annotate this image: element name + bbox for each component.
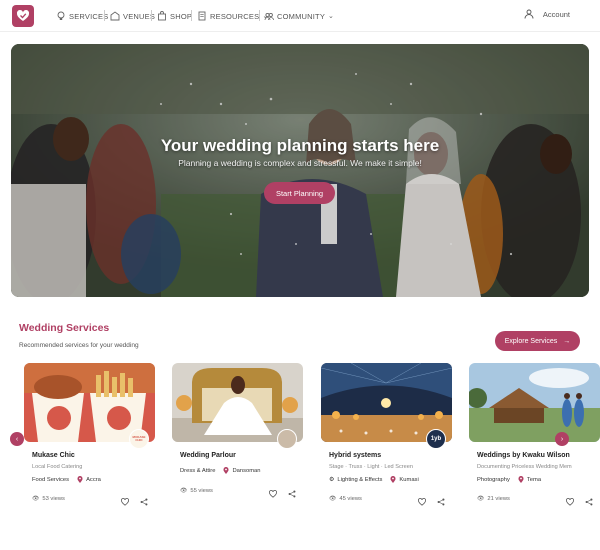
- section-title: Wedding Services: [19, 322, 110, 334]
- nav-services-label: SERVICES: [69, 11, 109, 21]
- card-title[interactable]: Mukase Chic: [32, 452, 75, 459]
- top-nav: SERVICES VENUES SHOP RESOURCES ⌄ COMMUNI…: [0, 0, 600, 32]
- card-views: 👁 55 views: [180, 488, 213, 494]
- views-count: 45 views: [339, 496, 362, 502]
- card-description: Local Food Catering: [32, 464, 83, 470]
- card-title[interactable]: Weddings by Kwaku Wilson: [477, 452, 570, 459]
- nav-community[interactable]: COMMUNITY ⌄: [264, 9, 334, 23]
- nav-community-label: COMMUNITY: [277, 11, 326, 21]
- service-card[interactable]: ‹ MUKASE CHIC Mukase Chic Local Food Cat…: [10, 363, 155, 513]
- card-category: Food Services: [32, 476, 70, 483]
- share-icon[interactable]: [583, 496, 595, 508]
- document-icon: [198, 11, 206, 21]
- heart-icon[interactable]: [119, 496, 131, 508]
- hero-title: Your wedding planning starts here: [160, 136, 440, 155]
- card-views: 👁 21 views: [477, 496, 510, 502]
- carousel-prev-button[interactable]: ‹: [10, 432, 24, 446]
- eye-icon: 👁: [477, 496, 485, 502]
- nav-divider: [259, 10, 260, 21]
- card-image: [469, 363, 600, 442]
- heart-icon[interactable]: [564, 496, 576, 508]
- service-card[interactable]: 1yb Hybrid systems Stage · Truss · Light…: [321, 363, 452, 513]
- card-location: Kumasi: [399, 476, 419, 483]
- user-icon: [524, 9, 534, 19]
- nav-divider: [191, 10, 192, 21]
- card-meta: Food Services Accra: [32, 476, 101, 483]
- lightbulb-icon: [57, 11, 65, 20]
- arrow-right-icon: →: [563, 337, 571, 345]
- heart-icon[interactable]: [416, 496, 428, 508]
- start-planning-button[interactable]: Start Planning: [264, 182, 335, 204]
- lightbulb-icon: ⚙: [329, 477, 335, 483]
- nav-resources-label: RESOURCES: [210, 11, 260, 21]
- card-location: Tema: [526, 476, 542, 483]
- card-title[interactable]: Wedding Parlour: [180, 452, 236, 459]
- location-pin-icon: [518, 476, 524, 483]
- card-meta: ⚙ Lighting & Effects Kumasi: [329, 476, 419, 483]
- hero-photo: [11, 44, 589, 297]
- vendor-logo: MUKASE CHIC: [129, 429, 149, 449]
- views-count: 53 views: [42, 496, 65, 502]
- card-title[interactable]: Hybrid systems: [329, 452, 381, 459]
- vendor-logo: 1yb: [426, 429, 446, 449]
- vendor-logo: [277, 429, 297, 449]
- section-subtitle: Recommended services for your wedding: [19, 342, 139, 349]
- card-meta: Dress & Attire Dansoman: [180, 467, 260, 474]
- account-label: Account: [542, 9, 570, 19]
- nav-divider: [151, 10, 152, 21]
- card-views: 👁 45 views: [329, 496, 362, 502]
- card-description: Documenting Priceless Wedding Mem: [477, 464, 572, 470]
- location-pin-icon: [390, 476, 396, 483]
- chevron-down-icon: ⌄: [328, 13, 335, 20]
- service-card[interactable]: Wedding Parlour Dress & Attire Dansoman …: [172, 363, 303, 513]
- hero-subtitle: Planning a wedding is complex and stress…: [178, 158, 422, 168]
- nav-venues[interactable]: VENUES: [110, 9, 155, 23]
- community-icon: [264, 12, 274, 21]
- views-count: 55 views: [190, 488, 213, 494]
- account-link[interactable]: Account: [524, 9, 570, 19]
- card-category: Dress & Attire: [180, 467, 216, 474]
- location-pin-icon: [77, 476, 83, 483]
- explore-services-button[interactable]: Explore Services →: [495, 331, 580, 351]
- shop-icon: [158, 11, 166, 21]
- nav-shop-label: SHOP: [170, 11, 193, 21]
- card-meta: Photography Tema: [477, 476, 541, 483]
- card-description: Stage · Truss · Light · Led Screen: [329, 464, 413, 470]
- nav-services[interactable]: SERVICES: [56, 9, 108, 23]
- share-icon[interactable]: [286, 488, 298, 500]
- location-pin-icon: [223, 467, 229, 474]
- carousel-next-button[interactable]: ›: [555, 432, 569, 446]
- views-count: 21 views: [487, 496, 510, 502]
- share-icon[interactable]: [435, 496, 447, 508]
- card-views: 👁 53 views: [32, 496, 65, 502]
- eye-icon: 👁: [32, 496, 40, 502]
- card-location: Accra: [86, 476, 101, 483]
- nav-resources[interactable]: RESOURCES ⌄: [197, 9, 268, 23]
- hero-banner: Your wedding planning starts here Planni…: [11, 44, 589, 297]
- nav-divider: [104, 10, 105, 21]
- eye-icon: 👁: [329, 496, 337, 502]
- nav-shop[interactable]: SHOP: [157, 9, 192, 23]
- service-card[interactable]: › Weddings by Kwaku Wilson Documenting P…: [469, 363, 600, 513]
- heart-icon[interactable]: [267, 488, 279, 500]
- eye-icon: 👁: [180, 488, 188, 494]
- card-category: Photography: [477, 476, 510, 483]
- explore-services-label: Explore Services: [504, 337, 558, 345]
- venue-icon: [110, 11, 120, 21]
- logo-heart-check-icon[interactable]: [12, 5, 34, 27]
- share-icon[interactable]: [138, 496, 150, 508]
- card-location: Dansoman: [232, 467, 261, 474]
- card-category: Lighting & Effects: [337, 476, 383, 483]
